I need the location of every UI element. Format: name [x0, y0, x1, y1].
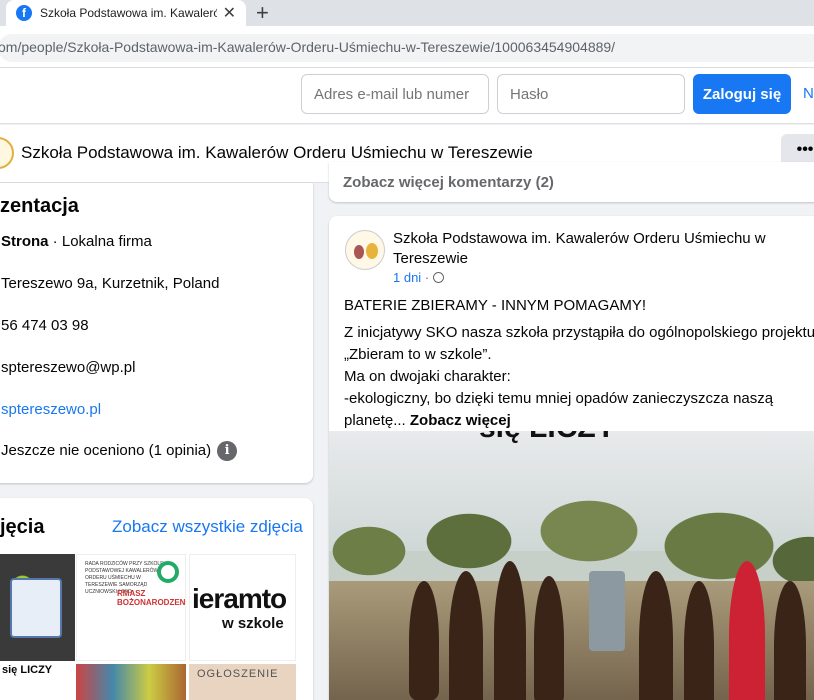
person-figure — [534, 576, 564, 700]
person-figure — [774, 581, 806, 700]
see-all-photos-link[interactable]: Zobacz wszystkie zdjęcia — [112, 517, 303, 537]
category-row: Strona · Lokalna firma — [1, 233, 152, 250]
thumb-caption: się LICZY — [2, 664, 53, 676]
previous-post-card: Zobacz więcej komentarzy (2) — [329, 162, 814, 202]
website-link[interactable]: sptereszewo.pl — [1, 401, 101, 418]
tab-title: Szkoła Podstawowa im. Kawalerów Orderu U… — [40, 6, 217, 20]
post-line: Z inicjatywy SKO nasza szkoła przystąpił… — [344, 324, 814, 341]
image-caption: się LICZY — [479, 431, 616, 445]
globe-icon — [432, 272, 444, 283]
thumb-caption: OGŁOSZENIE — [197, 668, 279, 680]
rating-row: Jeszcze nie oceniono (1 opinia) i — [1, 441, 238, 461]
browser-tab[interactable]: f Szkoła Podstawowa im. Kawalerów Orderu… — [6, 0, 246, 26]
browser-tab-strip: f Szkoła Podstawowa im. Kawalerów Orderu… — [0, 0, 814, 26]
info-icon[interactable]: i — [217, 441, 238, 461]
person-figure — [449, 571, 483, 700]
post-line-last: planetę... Zobacz więcej — [344, 410, 814, 432]
create-account-link[interactable]: N — [803, 85, 814, 102]
meta-separator: · — [421, 270, 433, 285]
address-bar: om/people/Szkoła-Podstawowa-im-Kawalerów… — [0, 26, 814, 68]
photo-thumb[interactable]: OGŁOSZENIE — [189, 664, 296, 700]
wreath-icon — [157, 561, 179, 583]
poster-big-text: ieramto — [192, 583, 287, 614]
person-figure — [684, 581, 714, 700]
poster-title: RMASZ BOŻONARODZENIOW — [117, 589, 186, 607]
person-figure — [494, 561, 526, 700]
address-text: Tereszewo 9a, Kurzetnik, Poland — [1, 275, 220, 292]
see-more-link[interactable]: Zobacz więcej — [410, 412, 511, 429]
close-tab-icon[interactable]: ✕ — [223, 3, 236, 23]
post-headline: BATERIE ZBIERAMY - INNYM POMAGAMY! — [344, 297, 646, 314]
post-line: planetę... — [344, 412, 406, 429]
new-tab-button[interactable]: + — [256, 1, 269, 25]
photos-card: jęcia Zobacz wszystkie zdjęcia RADA RODZ… — [0, 498, 313, 700]
person-figure — [639, 571, 673, 700]
photo-thumb[interactable]: RADA RODZICÓW PRZY SZKOLE PODSTAWOWEJ KA… — [76, 554, 186, 661]
post-line: Ma on dwojaki charakter: — [344, 368, 511, 385]
author-avatar[interactable] — [345, 230, 385, 270]
post-author[interactable]: Szkoła Podstawowa im. Kawalerów Orderu U… — [393, 229, 793, 269]
phone-text: 56 474 03 98 — [1, 317, 89, 334]
intro-heading: zentacja — [0, 195, 79, 217]
photo-thumb[interactable]: ieramto w szkole — [189, 554, 296, 661]
photos-heading: jęcia — [0, 516, 45, 538]
login-bar: Zaloguj się N — [0, 68, 814, 124]
facebook-favicon-icon: f — [16, 5, 32, 21]
person-figure — [729, 561, 765, 700]
post-line: -ekologiczny, bo dzięki temu mniej opadó… — [344, 390, 774, 407]
post-card: Szkoła Podstawowa im. Kawalerów Orderu U… — [329, 216, 814, 700]
poster-small-text: w szkole — [222, 615, 284, 632]
drawing-image — [10, 578, 62, 638]
category-value: · Lokalna firma — [48, 233, 152, 250]
owl-icon — [354, 245, 364, 259]
password-input[interactable] — [497, 74, 685, 114]
water-pump-image — [589, 571, 625, 651]
page-title: Szkoła Podstawowa im. Kawalerów Orderu U… — [21, 143, 533, 162]
photo-thumb[interactable]: się LICZY — [0, 664, 75, 700]
intro-card: zentacja Strona · Lokalna firma Tereszew… — [0, 183, 313, 483]
post-meta: 1 dni · — [393, 270, 444, 285]
post-body: BATERIE ZBIERAMY - INNYM POMAGAMY! Z ini… — [344, 295, 814, 432]
email-text: sptereszewo@wp.pl — [1, 359, 136, 376]
login-button[interactable]: Zaloguj się — [693, 74, 791, 114]
more-comments-link[interactable]: Zobacz więcej komentarzy (2) — [343, 174, 554, 191]
post-image[interactable]: się LICZY — [329, 431, 814, 700]
photo-thumb[interactable] — [0, 554, 75, 661]
email-input[interactable] — [301, 74, 489, 114]
rating-text: Jeszcze nie oceniono (1 opinia) — [1, 441, 212, 459]
url-field[interactable]: om/people/Szkoła-Podstawowa-im-Kawalerów… — [0, 34, 814, 62]
post-timestamp[interactable]: 1 dni — [393, 270, 421, 285]
owl-icon — [366, 243, 378, 259]
page-logo[interactable] — [0, 137, 14, 169]
photo-thumb[interactable] — [76, 664, 186, 700]
category-label: Strona — [1, 233, 49, 250]
post-line: „Zbieram to w szkole”. — [344, 346, 492, 363]
person-figure — [409, 581, 439, 700]
